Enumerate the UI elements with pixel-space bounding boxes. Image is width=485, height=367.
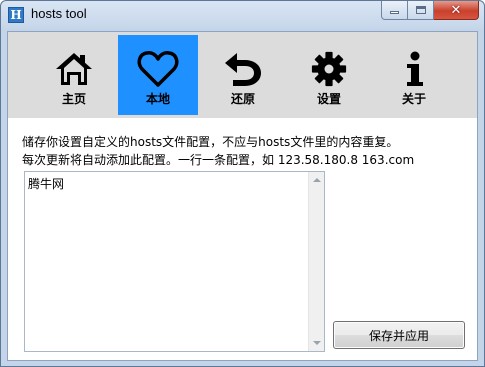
tool-restore[interactable]: 还原 — [203, 35, 283, 115]
info-icon — [407, 51, 423, 86]
scroll-down-icon[interactable] — [313, 341, 321, 345]
tool-local[interactable]: 本地 — [118, 35, 198, 115]
tool-home[interactable]: 主页 — [34, 35, 114, 115]
editor-content[interactable]: 腾牛网 — [28, 175, 64, 192]
description-line: 储存你设置自定义的hosts文件配置，不应与hosts文件里的内容重复。 — [22, 135, 399, 149]
app-icon: H — [8, 7, 24, 23]
save-apply-button[interactable]: 保存并应用 — [333, 321, 465, 349]
gear-icon — [311, 51, 347, 87]
tool-label: 设置 — [316, 92, 341, 106]
minimize-button[interactable] — [381, 1, 408, 20]
app-window: H hosts tool ✕ 主页 本地 还原 设置 关于 储存你设置自定义的h… — [0, 0, 485, 367]
description: 储存你设置自定义的hosts文件配置，不应与hosts文件里的内容重复。 每次更… — [22, 133, 472, 169]
tool-label: 还原 — [230, 92, 255, 106]
undo-icon — [225, 53, 261, 86]
heart-icon — [137, 51, 179, 87]
tool-label: 主页 — [61, 92, 86, 106]
vertical-scrollbar[interactable] — [308, 172, 324, 351]
tool-label: 关于 — [401, 92, 426, 106]
maximize-icon — [415, 6, 426, 14]
title-bar[interactable]: H hosts tool ✕ — [1, 1, 484, 29]
tool-label: 本地 — [145, 92, 170, 106]
maximize-button[interactable] — [408, 1, 434, 20]
home-icon — [56, 53, 92, 85]
tool-about[interactable]: 关于 — [374, 35, 454, 115]
scroll-up-icon[interactable] — [313, 178, 321, 182]
client-area: 主页 本地 还原 设置 关于 储存你设置自定义的hosts文件配置，不应与hos… — [7, 31, 478, 361]
close-button[interactable]: ✕ — [434, 1, 479, 20]
close-icon: ✕ — [450, 2, 462, 18]
tool-settings[interactable]: 设置 — [289, 35, 369, 115]
caption-buttons: ✕ — [381, 1, 479, 21]
toolbar: 主页 本地 还原 设置 关于 — [8, 32, 477, 118]
minimize-icon — [390, 11, 399, 14]
hosts-editor[interactable]: 腾牛网 — [24, 171, 325, 352]
window-title: hosts tool — [31, 6, 87, 21]
description-line: 每次更新将自动添加此配置。一行一条配置，如 123.58.180.8 163.c… — [22, 153, 415, 167]
